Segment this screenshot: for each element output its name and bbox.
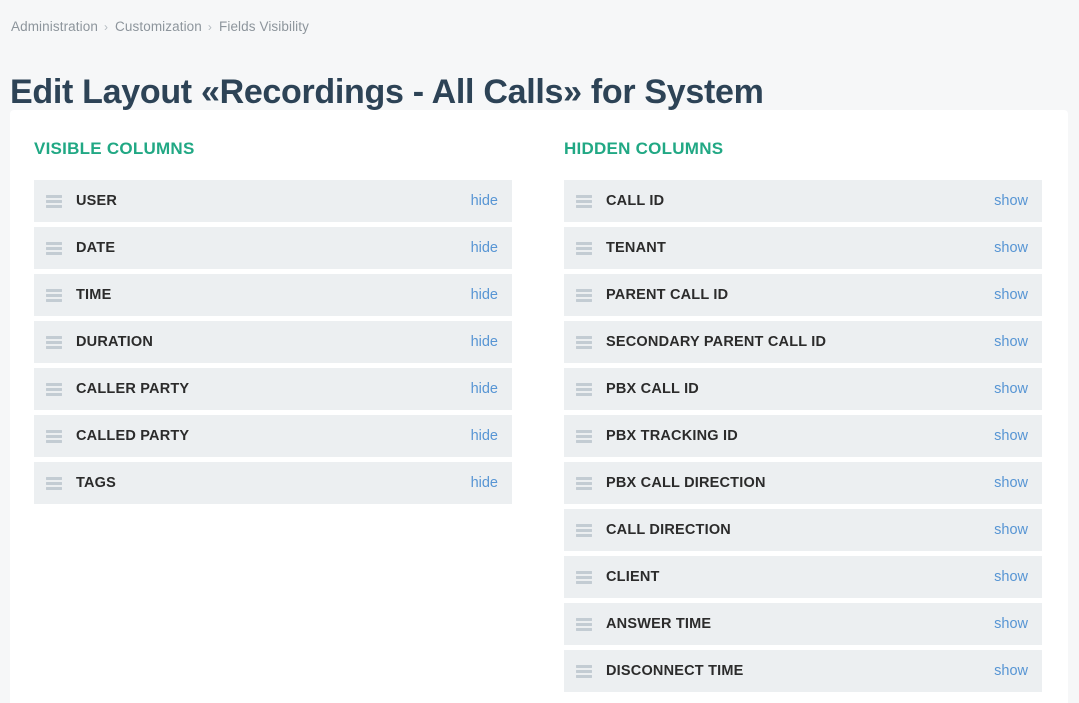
drag-handle-icon[interactable]: [576, 429, 592, 443]
toggle-visibility-link[interactable]: show: [994, 615, 1028, 633]
breadcrumb-item-fields-visibility: Fields Visibility: [219, 19, 309, 34]
field-row[interactable]: ANSWER TIME show: [564, 603, 1042, 645]
visible-columns-heading: VISIBLE COLUMNS: [34, 139, 195, 158]
field-row[interactable]: TIME hide: [34, 274, 512, 316]
field-label: DURATION: [76, 334, 154, 350]
visible-columns-panel: VISIBLE COLUMNS USER hide DATE hide TIME hide…: [34, 138, 512, 697]
field-label: CALL ID: [606, 193, 665, 209]
field-label: DATE: [76, 240, 116, 256]
toggle-visibility-link[interactable]: hide: [471, 427, 498, 445]
field-row[interactable]: SECONDARY PARENT CALL ID show: [564, 321, 1042, 363]
drag-handle-icon[interactable]: [46, 335, 62, 349]
drag-handle-icon[interactable]: [46, 476, 62, 490]
field-row[interactable]: PBX CALL DIRECTION show: [564, 462, 1042, 504]
field-row[interactable]: PBX TRACKING ID show: [564, 415, 1042, 457]
field-row[interactable]: USER hide: [34, 180, 512, 222]
fields-visibility-card: VISIBLE COLUMNS USER hide DATE hide TIME hide…: [10, 110, 1068, 703]
drag-handle-icon[interactable]: [576, 617, 592, 631]
drag-handle-icon[interactable]: [576, 476, 592, 490]
field-row[interactable]: PBX CALL ID show: [564, 368, 1042, 410]
breadcrumb: Administration › Customization › Fields Visi…: [11, 17, 309, 37]
drag-handle-icon[interactable]: [576, 664, 592, 678]
toggle-visibility-link[interactable]: show: [994, 568, 1028, 586]
breadcrumb-item-customization[interactable]: Customization: [115, 19, 202, 34]
toggle-visibility-link[interactable]: show: [994, 662, 1028, 680]
field-label: SECONDARY PARENT CALL ID: [606, 334, 827, 350]
breadcrumb-separator: ›: [207, 20, 212, 34]
field-label: CALL DIRECTION: [606, 522, 731, 538]
page-root: Administration › Customization › Fields Visi…: [0, 0, 1079, 703]
drag-handle-icon[interactable]: [576, 288, 592, 302]
toggle-visibility-link[interactable]: show: [994, 380, 1028, 398]
field-label: CALLED PARTY: [76, 428, 190, 444]
field-label: CALLER PARTY: [76, 381, 190, 397]
field-row[interactable]: CALL ID show: [564, 180, 1042, 222]
drag-handle-icon[interactable]: [46, 382, 62, 396]
field-label: TIME: [76, 287, 112, 303]
drag-handle-icon[interactable]: [46, 241, 62, 255]
field-row[interactable]: CALLED PARTY hide: [34, 415, 512, 457]
field-row[interactable]: CALL DIRECTION show: [564, 509, 1042, 551]
columns-container: VISIBLE COLUMNS USER hide DATE hide TIME hide…: [10, 110, 1068, 697]
field-row[interactable]: CLIENT show: [564, 556, 1042, 598]
breadcrumb-separator: ›: [103, 20, 109, 34]
field-label: CLIENT: [606, 569, 660, 585]
field-row[interactable]: DISCONNECT TIME show: [564, 650, 1042, 692]
toggle-visibility-link[interactable]: show: [994, 333, 1028, 351]
toggle-visibility-link[interactable]: show: [994, 239, 1028, 257]
field-label: PBX CALL DIRECTION: [606, 475, 766, 491]
drag-handle-icon[interactable]: [576, 241, 592, 255]
field-row[interactable]: DURATION hide: [34, 321, 512, 363]
toggle-visibility-link[interactable]: show: [994, 286, 1028, 304]
toggle-visibility-link[interactable]: hide: [471, 192, 498, 210]
drag-handle-icon[interactable]: [46, 429, 62, 443]
hidden-columns-heading: HIDDEN COLUMNS: [564, 139, 724, 158]
toggle-visibility-link[interactable]: hide: [471, 333, 498, 351]
field-label: TAGS: [76, 475, 117, 491]
drag-handle-icon[interactable]: [46, 194, 62, 208]
drag-handle-icon[interactable]: [576, 382, 592, 396]
toggle-visibility-link[interactable]: show: [994, 474, 1028, 492]
field-row[interactable]: DATE hide: [34, 227, 512, 269]
hidden-columns-list: CALL ID show TENANT show PARENT CALL ID show S…: [564, 180, 1042, 692]
toggle-visibility-link[interactable]: show: [994, 521, 1028, 539]
toggle-visibility-link[interactable]: hide: [471, 380, 498, 398]
hidden-columns-panel: HIDDEN COLUMNS CALL ID show TENANT show PARE…: [564, 138, 1042, 697]
drag-handle-icon[interactable]: [576, 335, 592, 349]
toggle-visibility-link[interactable]: hide: [471, 474, 498, 492]
field-row[interactable]: TENANT show: [564, 227, 1042, 269]
field-row[interactable]: CALLER PARTY hide: [34, 368, 512, 410]
visible-columns-list: USER hide DATE hide TIME hide DURATION hide CALL…: [34, 180, 512, 504]
page-title: Edit Layout «Recordings - All Calls» for…: [10, 72, 764, 111]
toggle-visibility-link[interactable]: hide: [471, 239, 498, 257]
field-label: ANSWER TIME: [606, 616, 712, 632]
toggle-visibility-link[interactable]: show: [994, 192, 1028, 210]
toggle-visibility-link[interactable]: hide: [471, 286, 498, 304]
field-label: PBX TRACKING ID: [606, 428, 738, 444]
field-row[interactable]: TAGS hide: [34, 462, 512, 504]
field-label: PARENT CALL ID: [606, 287, 729, 303]
breadcrumb-item-administration[interactable]: Administration: [11, 19, 98, 34]
drag-handle-icon[interactable]: [576, 194, 592, 208]
drag-handle-icon[interactable]: [576, 523, 592, 537]
drag-handle-icon[interactable]: [576, 570, 592, 584]
field-label: PBX CALL ID: [606, 381, 699, 397]
toggle-visibility-link[interactable]: show: [994, 427, 1028, 445]
field-label: DISCONNECT TIME: [606, 663, 744, 679]
field-row[interactable]: PARENT CALL ID show: [564, 274, 1042, 316]
field-label: USER: [76, 193, 118, 209]
drag-handle-icon[interactable]: [46, 288, 62, 302]
field-label: TENANT: [606, 240, 667, 256]
